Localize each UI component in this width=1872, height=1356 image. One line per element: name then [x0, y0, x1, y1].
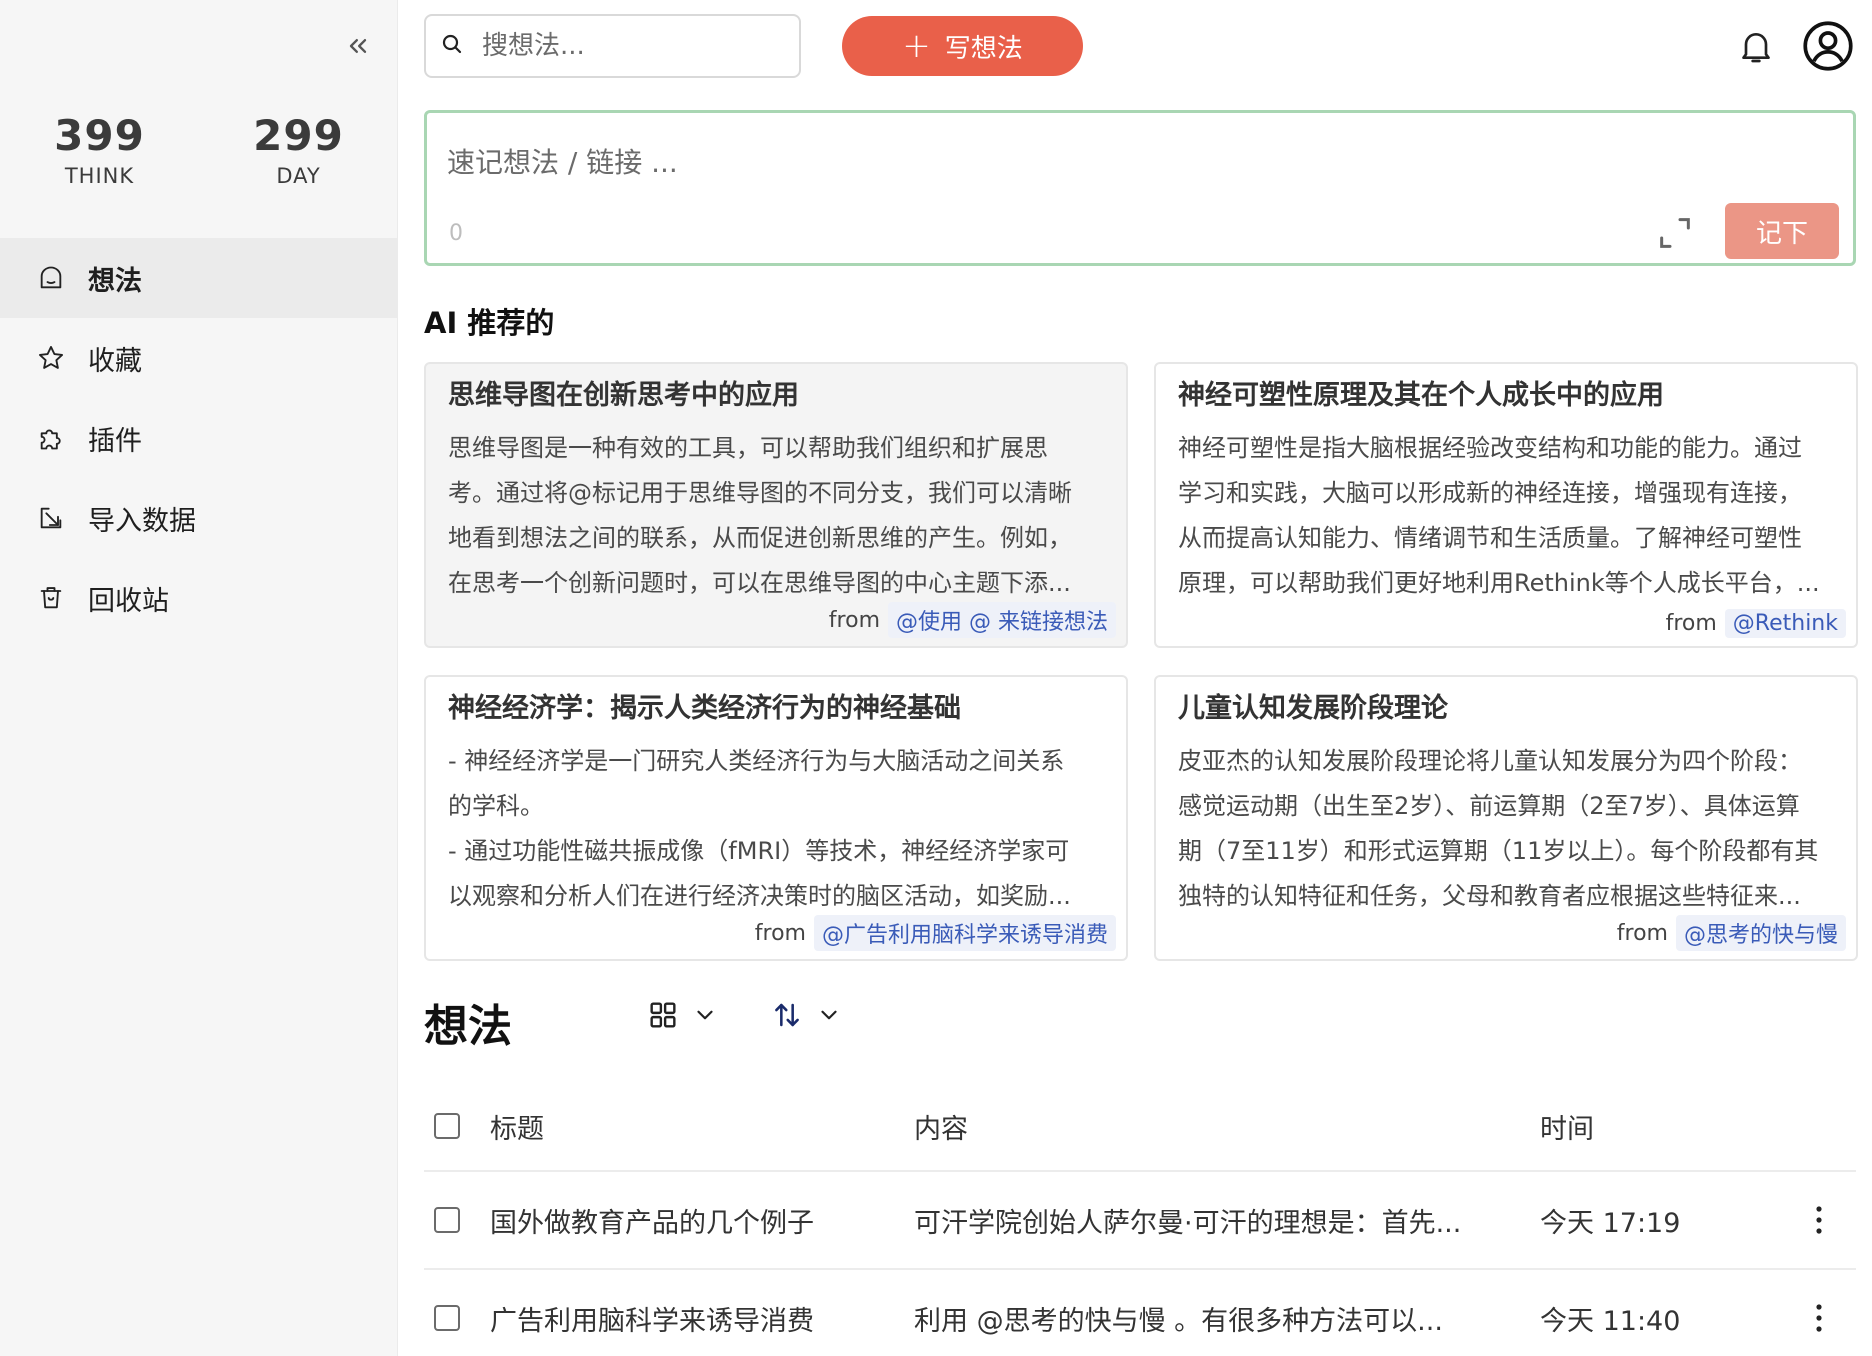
row-title: 广告利用脑科学来诱导消费 — [490, 1305, 814, 1337]
ai-card[interactable]: 神经经济学：揭示人类经济行为的神经基础 - 神经经济学是一门研究人类经济行为与大… — [424, 675, 1128, 961]
quick-note-panel: 0 记下 — [424, 110, 1856, 266]
column-header-title: 标题 — [490, 1113, 544, 1145]
table-header: 标题 内容 时间 — [424, 1082, 1856, 1172]
day-count: 299 — [253, 111, 344, 160]
stats: 399 THINK 299 DAY — [0, 111, 398, 189]
import-icon — [36, 503, 66, 533]
select-all-checkbox[interactable] — [434, 1113, 460, 1139]
write-thought-label: 写想法 — [944, 33, 1023, 64]
source-link[interactable]: @思考的快与慢 — [1675, 915, 1846, 951]
card-source: from @思考的快与慢 — [1617, 915, 1846, 951]
ai-card[interactable]: 神经可塑性原理及其在个人成长中的应用 神经可塑性是指大脑根据经验改变结构和功能的… — [1154, 362, 1858, 648]
sidebar-item-label: 回收站 — [88, 585, 169, 617]
row-checkbox[interactable] — [434, 1207, 460, 1233]
stat-day: 299 DAY — [199, 111, 398, 189]
card-body: 思维导图是一种有效的工具，可以帮助我们组织和扩展思 考。通过将@标记用于思维导图… — [448, 434, 1072, 597]
sidebar-item-thoughts[interactable]: 想法 — [0, 238, 398, 318]
sidebar-item-favorites[interactable]: 收藏 — [0, 318, 398, 398]
card-title: 神经可塑性原理及其在个人成长中的应用 — [1178, 380, 1664, 411]
trash-icon — [36, 583, 66, 613]
ai-card[interactable]: 儿童认知发展阶段理论 皮亚杰的认知发展阶段理论将儿童认知发展分为四个阶段： 感觉… — [1154, 675, 1858, 961]
sidebar-item-label: 想法 — [88, 265, 142, 297]
more-icon[interactable] — [1804, 1298, 1834, 1338]
row-content: 可汗学院创始人萨尔曼·可汗的理想是：首先... — [914, 1207, 1462, 1239]
chevron-down-icon — [816, 1002, 842, 1032]
card-title: 思维导图在创新思考中的应用 — [448, 380, 799, 411]
source-link[interactable]: @使用 @ 来链接想法 — [888, 602, 1116, 638]
card-title: 儿童认知发展阶段理论 — [1178, 693, 1448, 724]
user-avatar-icon[interactable] — [1802, 20, 1854, 72]
stat-think: 399 THINK — [0, 111, 199, 189]
sort-icon — [770, 998, 804, 1036]
from-label: from — [1665, 611, 1717, 636]
source-link[interactable]: @广告利用脑科学来诱导消费 — [813, 915, 1116, 951]
star-icon — [36, 343, 66, 373]
sidebar-item-trash[interactable]: 回收站 — [0, 558, 398, 638]
write-thought-button[interactable]: + 写想法 — [842, 16, 1083, 76]
column-header-content: 内容 — [914, 1113, 968, 1145]
sidebar-nav: 想法 收藏 插件 导入数据 回收站 — [0, 238, 398, 638]
card-body: - 神经经济学是一门研究人类经济行为与大脑活动之间关系 的学科。 - 通过功能性… — [448, 747, 1071, 910]
table-row[interactable]: 国外做教育产品的几个例子 可汗学院创始人萨尔曼·可汗的理想是：首先... 今天 … — [424, 1172, 1856, 1270]
row-time: 今天 11:40 — [1540, 1305, 1681, 1337]
thoughts-list-title: 想法 — [424, 1001, 512, 1052]
bell-icon[interactable] — [1736, 26, 1776, 66]
card-body: 神经可塑性是指大脑根据经验改变结构和功能的能力。通过 学习和实践，大脑可以形成新… — [1178, 434, 1820, 597]
card-source: from @Rethink — [1666, 609, 1846, 638]
sidebar-item-import[interactable]: 导入数据 — [0, 478, 398, 558]
think-count: 399 — [54, 111, 145, 160]
row-content: 利用 @思考的快与慢 。有很多种方法可以... — [914, 1305, 1443, 1337]
grid-view-icon — [646, 998, 680, 1036]
ai-section-title: AI 推荐的 — [424, 306, 555, 340]
think-label: THINK — [64, 164, 135, 188]
plus-icon: + — [902, 26, 931, 66]
sidebar-item-label: 收藏 — [88, 345, 142, 377]
card-body: 皮亚杰的认知发展阶段理论将儿童认知发展分为四个阶段： 感觉运动期（出生至2岁）、… — [1178, 747, 1819, 910]
from-label: from — [828, 607, 880, 633]
day-label: DAY — [276, 164, 321, 188]
ai-card[interactable]: 思维导图在创新思考中的应用 思维导图是一种有效的工具，可以帮助我们组织和扩展思 … — [424, 362, 1128, 648]
expand-icon[interactable] — [1655, 213, 1695, 253]
char-count: 0 — [449, 221, 463, 246]
home-icon — [36, 263, 66, 293]
sidebar-item-label: 插件 — [88, 425, 142, 457]
submit-note-button[interactable]: 记下 — [1725, 203, 1839, 259]
row-title: 国外做教育产品的几个例子 — [490, 1207, 814, 1239]
column-header-time: 时间 — [1540, 1113, 1594, 1145]
view-mode-dropdown[interactable] — [646, 998, 718, 1036]
sort-dropdown[interactable] — [770, 998, 842, 1036]
more-icon[interactable] — [1804, 1200, 1834, 1240]
search-box — [424, 14, 801, 78]
card-source: from @使用 @ 来链接想法 — [829, 602, 1116, 638]
sidebar: 399 THINK 299 DAY 想法 收藏 插件 导入数据 回收站 — [0, 0, 398, 1356]
search-icon — [440, 32, 464, 60]
table-row[interactable]: 广告利用脑科学来诱导消费 利用 @思考的快与慢 。有很多种方法可以... 今天 … — [424, 1270, 1856, 1356]
puzzle-icon — [36, 423, 66, 453]
from-label: from — [754, 920, 806, 946]
sidebar-item-label: 导入数据 — [88, 505, 196, 537]
collapse-sidebar-icon[interactable] — [340, 28, 376, 64]
source-link[interactable]: @Rethink — [1724, 609, 1846, 638]
chevron-down-icon — [692, 1002, 718, 1032]
card-title: 神经经济学：揭示人类经济行为的神经基础 — [448, 693, 961, 724]
sidebar-item-plugins[interactable]: 插件 — [0, 398, 398, 478]
from-label: from — [1616, 920, 1668, 946]
row-checkbox[interactable] — [434, 1305, 460, 1331]
row-time: 今天 17:19 — [1540, 1207, 1681, 1239]
card-source: from @广告利用脑科学来诱导消费 — [755, 915, 1116, 951]
quick-note-input[interactable] — [447, 141, 1647, 191]
search-input[interactable] — [482, 31, 772, 61]
